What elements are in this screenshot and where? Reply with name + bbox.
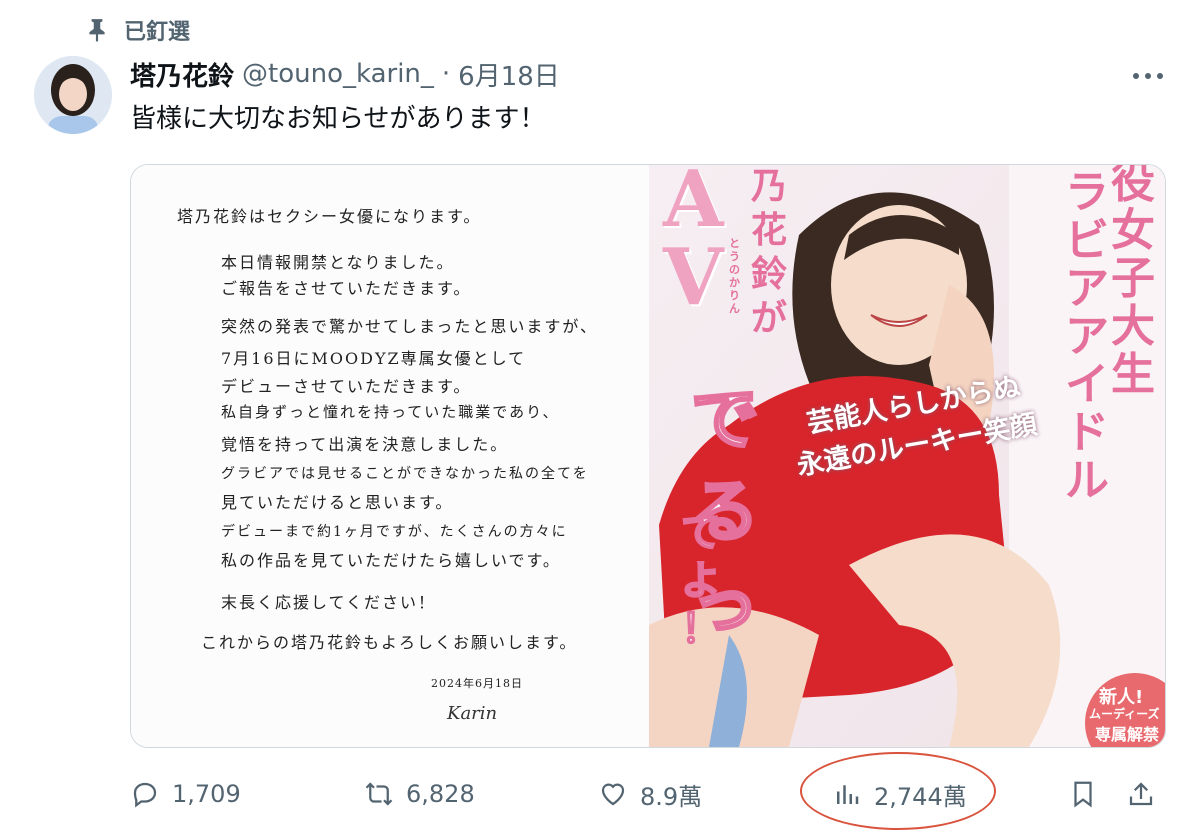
letter-line: これからの塔乃花鈴もよろしくお願いします。: [201, 633, 578, 652]
reply-button[interactable]: 1,709: [130, 770, 241, 818]
reply-count: 1,709: [172, 780, 241, 808]
bookmark-icon: [1074, 781, 1092, 808]
author-name[interactable]: 塔乃花鈴: [130, 56, 234, 93]
tweet-header: 塔乃花鈴 @touno_karin_ · 6月18日: [130, 56, 560, 92]
pinned-indicator: 已釘選: [84, 14, 190, 46]
repost-count: 6,828: [406, 780, 475, 808]
letter-line: 見ていただけると思います。: [221, 493, 454, 512]
cover-furigana: とうのかりん: [729, 237, 740, 315]
letter-line: 末長く応援してください！: [221, 593, 437, 612]
more-icon: [1133, 73, 1163, 79]
author-handle[interactable]: @touno_karin_: [242, 59, 434, 89]
post-date[interactable]: 6月18日: [458, 56, 560, 93]
cover-teyo-text: てよ！: [680, 509, 722, 653]
letter-signature: Karin: [447, 703, 498, 724]
tweet-text: 皆様に大切なお知らせがあります！: [130, 104, 546, 134]
cover-column-1: 役女子大生: [1111, 165, 1155, 400]
reply-icon: [133, 782, 157, 808]
cover-name-text: 乃花鈴が: [751, 166, 788, 339]
letter-line: グラビアでは見せることができなかった私の全てを: [221, 466, 589, 482]
letter-line: 覚悟を持って出演を決意しました。: [221, 435, 509, 454]
repost-icon: [365, 782, 393, 806]
letter-line: 突然の発表で驚かせてしまったと思いますが、: [221, 317, 599, 336]
action-bar: 1,709 6,828 8.9萬 2,744萬: [130, 770, 1164, 818]
view-count-highlight-circle: [800, 752, 996, 830]
cover-badge-line-3: 専属解禁: [1095, 725, 1160, 744]
avatar[interactable]: [34, 56, 112, 134]
letter-line: 私の作品を見ていただけたら嬉しいです。: [221, 551, 561, 570]
letter-line: 本日情報開禁となりました。: [221, 253, 455, 272]
share-icon: [1129, 782, 1153, 806]
heart-icon: [601, 783, 625, 806]
letter-date: 2024年6月18日: [431, 677, 523, 690]
like-count: 8.9萬: [640, 782, 703, 811]
cover-badge-line-2: ムーディーズ: [1089, 707, 1160, 721]
cover-column-2: ラビアアイドル: [1065, 167, 1109, 506]
handwritten-letter-image: 塔乃花鈴はセクシー女優になります。 本日情報開禁となりました。 ご報告をさせてい…: [131, 165, 649, 747]
letter-line: 私自身ずっと憧れを持っていた職業であり、: [221, 403, 560, 421]
letter-line: 7月16日にMOODYZ専属女優として: [221, 349, 527, 368]
letter-line: デビューまで約1ヶ月ですが、たくさんの方々に: [221, 524, 568, 540]
tweet-media[interactable]: 塔乃花鈴はセクシー女優になります。 本日情報開禁となりました。 ご報告をさせてい…: [130, 164, 1166, 748]
more-options-button[interactable]: [1128, 62, 1168, 90]
letter-line: 塔乃花鈴はセクシー女優になります。: [177, 207, 482, 226]
photo-cover-image: AV 乃花鈴が とうのかりん でるっ てよ！ 芸能人らしからぬ 永遠のルーキー笑…: [649, 165, 1165, 747]
share-button[interactable]: [1126, 770, 1156, 818]
letter-line: ご報告をさせていただきます。: [221, 279, 472, 298]
separator-dot: ·: [441, 59, 451, 89]
pin-icon: [89, 19, 105, 42]
bookmark-button[interactable]: [1068, 770, 1098, 818]
letter-line: デビューさせていただきます。: [221, 377, 472, 396]
repost-button[interactable]: 6,828: [364, 770, 475, 818]
like-button[interactable]: 8.9萬: [598, 770, 702, 818]
pinned-label: 已釘選: [124, 20, 191, 45]
